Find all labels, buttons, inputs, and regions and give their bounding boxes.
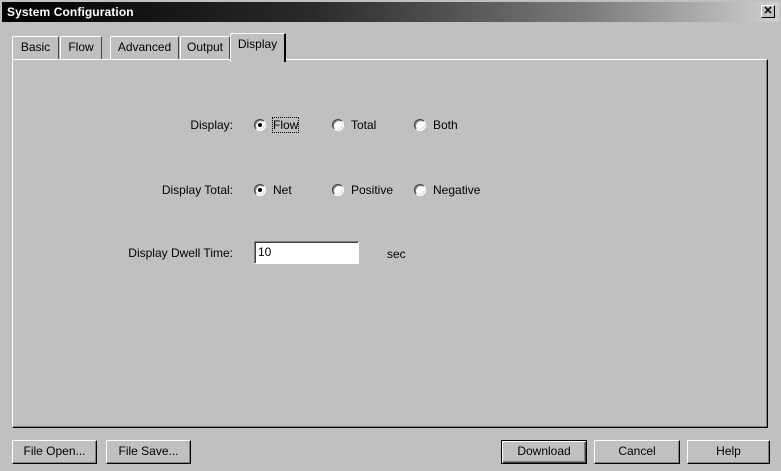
radio-selected-icon — [254, 119, 266, 131]
tab-advanced-label: Advanced — [117, 40, 172, 54]
display-total-positive-label: Positive — [351, 183, 394, 197]
file-open-button[interactable]: File Open... — [12, 440, 97, 464]
display-total-net-label: Net — [273, 183, 292, 197]
window-title: System Configuration — [7, 5, 134, 19]
file-save-button[interactable]: File Save... — [106, 440, 191, 464]
display-total-label: Display Total: — [161, 183, 233, 197]
dwell-time-unit: sec — [387, 247, 406, 261]
tab-output[interactable]: Output — [180, 36, 230, 59]
display-flow-label: Flow — [271, 117, 300, 133]
tab-display[interactable]: Display — [230, 33, 286, 62]
radio-unselected-icon — [414, 184, 426, 196]
tab-display-label: Display — [237, 37, 278, 51]
tab-advanced[interactable]: Advanced — [110, 36, 179, 59]
display-total-option-label: Total — [351, 118, 377, 132]
display-total-negative-label: Negative — [433, 183, 481, 197]
tab-output-label: Output — [186, 40, 224, 54]
cancel-button[interactable]: Cancel — [594, 440, 680, 464]
display-both-label: Both — [433, 118, 458, 132]
tab-flow-label: Flow — [68, 40, 94, 54]
radio-unselected-icon — [414, 119, 426, 131]
tab-flow[interactable]: Flow — [60, 36, 102, 59]
dwell-time-input[interactable]: 10 — [254, 241, 359, 264]
radio-unselected-icon — [332, 119, 344, 131]
radio-unselected-icon — [332, 184, 344, 196]
close-icon: ✕ — [763, 5, 773, 17]
help-button[interactable]: Help — [687, 440, 770, 464]
system-configuration-window: System Configuration ✕ Basic Flow Advanc… — [0, 0, 781, 471]
title-bar: System Configuration ✕ — [2, 2, 779, 22]
close-button[interactable]: ✕ — [761, 5, 775, 18]
tab-basic-label: Basic — [20, 40, 51, 54]
display-label: Display: — [190, 118, 233, 132]
download-button[interactable]: Download — [501, 440, 587, 464]
display-tab-panel — [12, 59, 768, 428]
tab-basic[interactable]: Basic — [12, 36, 59, 59]
radio-selected-icon — [254, 184, 266, 196]
dwell-time-label: Display Dwell Time: — [128, 246, 233, 260]
